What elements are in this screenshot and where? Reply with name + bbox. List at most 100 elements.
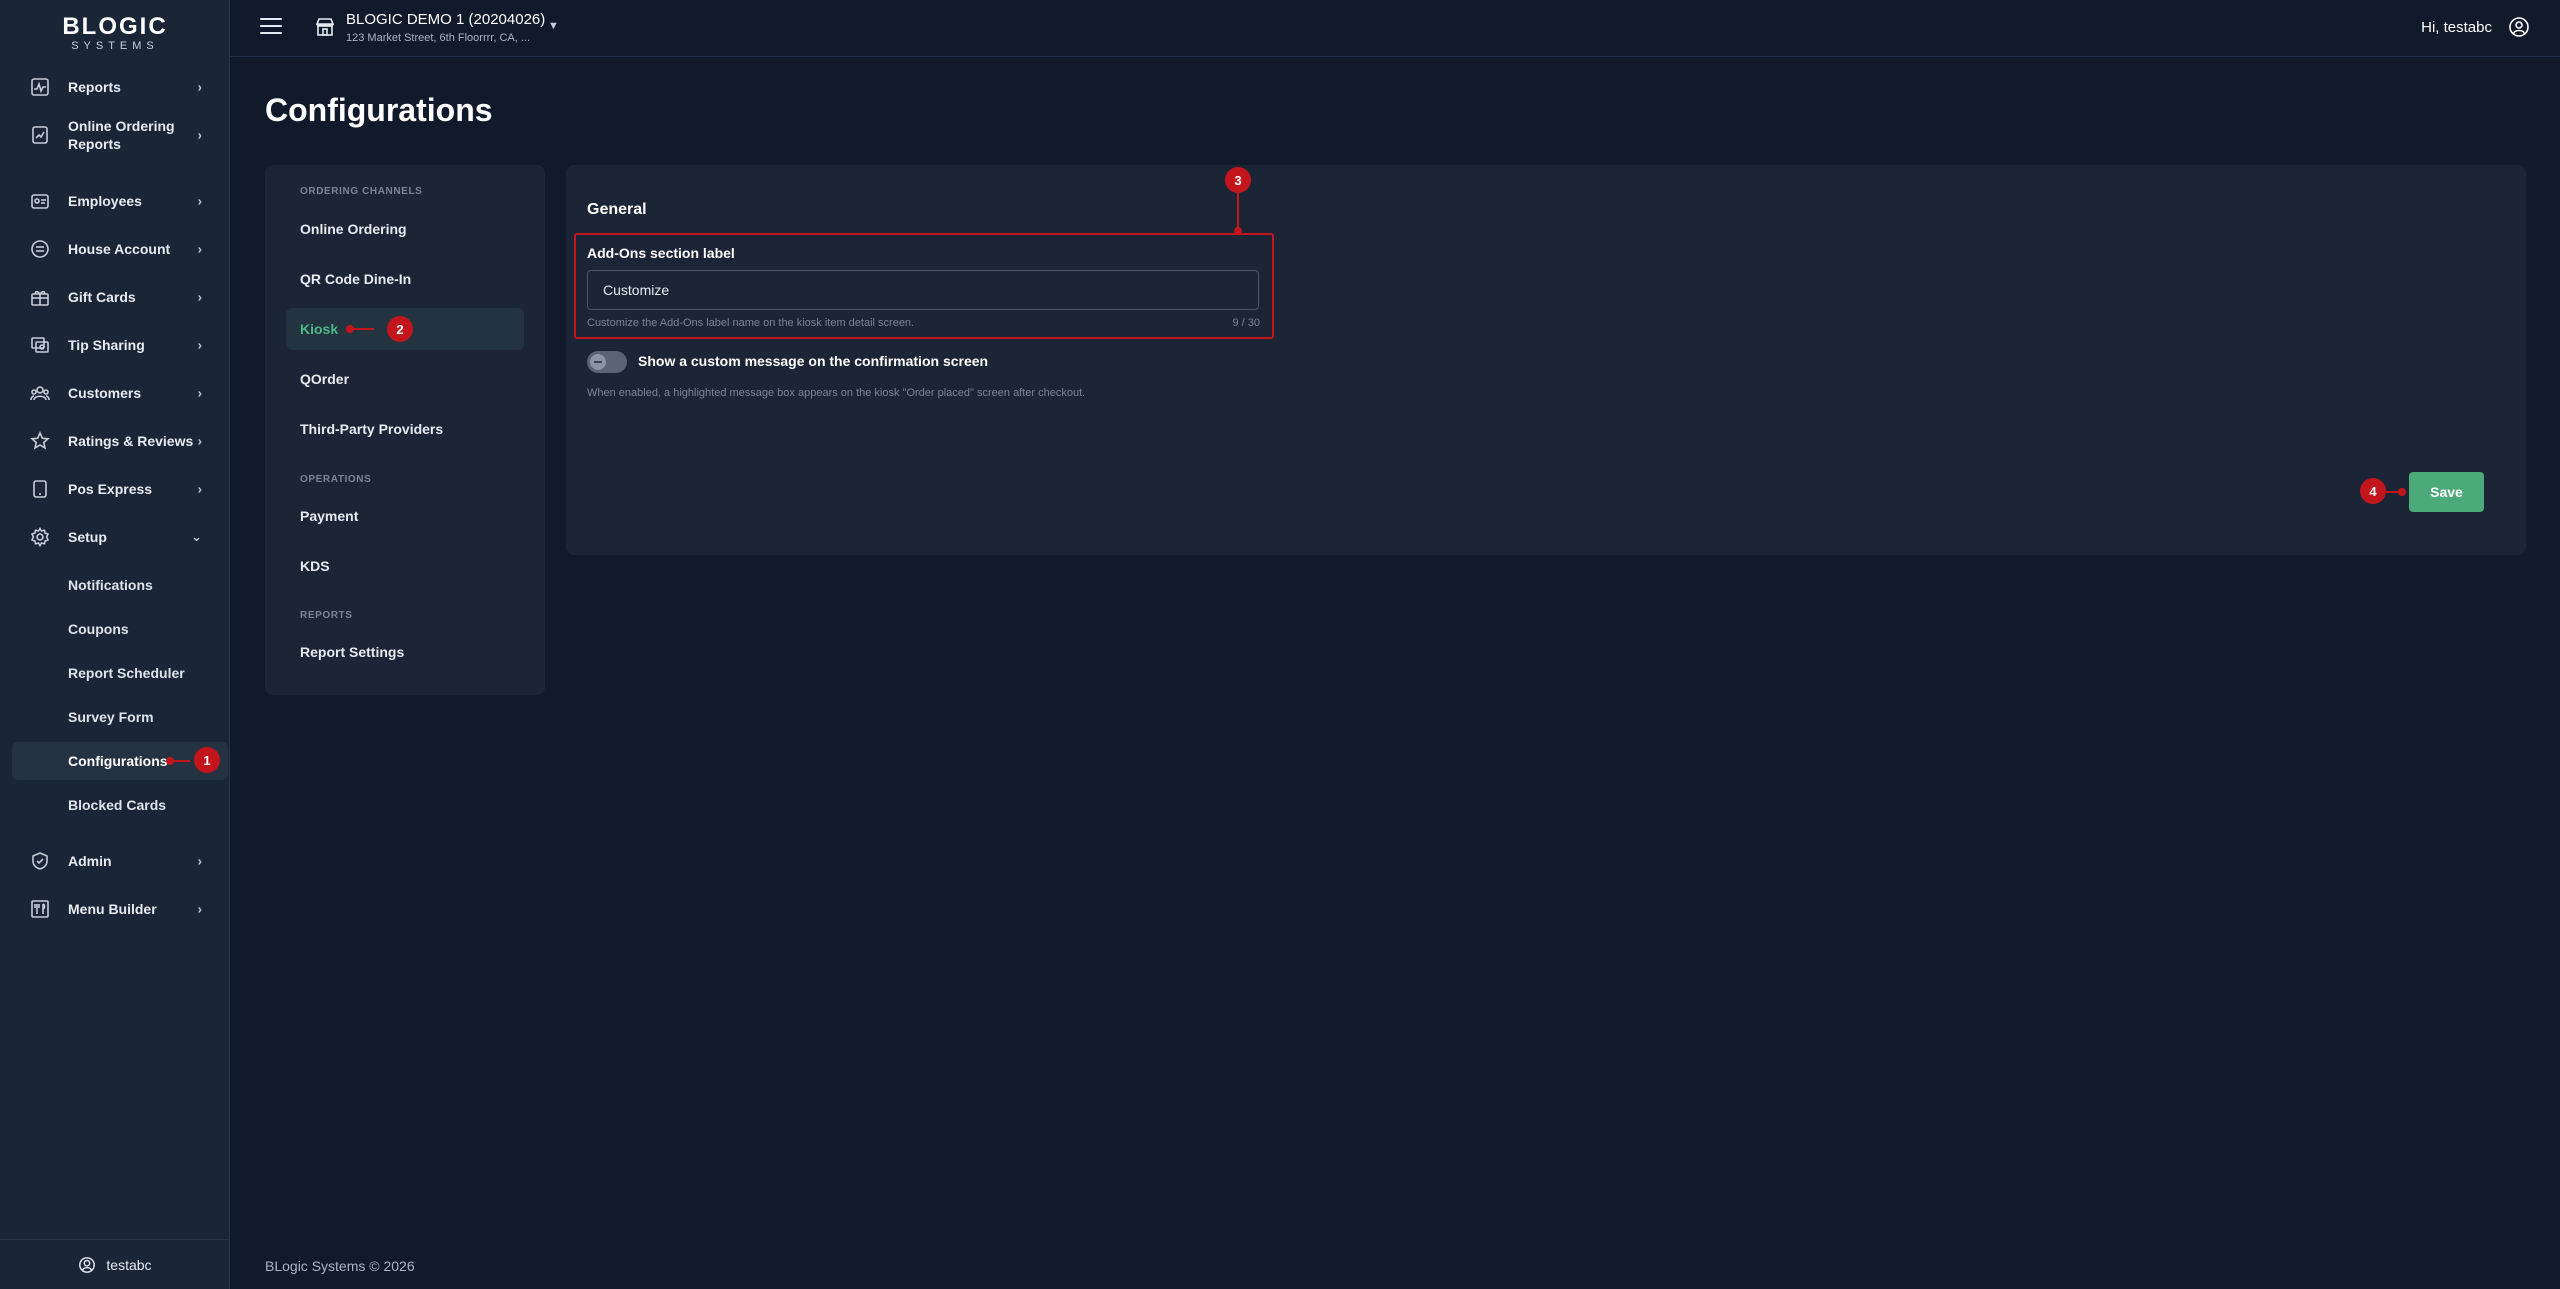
sidebar-item-employees[interactable]: Employees › [0, 179, 230, 223]
save-button[interactable]: Save [2409, 472, 2484, 512]
sidebar-item-label: Pos Express [68, 481, 153, 497]
general-settings-panel: General Add-Ons section label Customize … [566, 165, 2526, 555]
tip-sharing-icon [30, 335, 50, 355]
menu-item-online-ordering[interactable]: Online Ordering [286, 208, 524, 250]
callout-4-marker: 4 [2360, 478, 2386, 504]
callout-1-line [172, 760, 190, 762]
chevron-down-icon: ⌄ [191, 529, 202, 544]
custom-message-help-text: When enabled, a highlighted message box … [587, 387, 1086, 399]
sidebar-item-label: Employees [68, 193, 142, 209]
trend-report-icon [30, 125, 50, 145]
menu-item-third-party-providers[interactable]: Third-Party Providers [286, 408, 524, 450]
store-name[interactable]: BLOGIC DEMO 1 (20204026) [346, 11, 545, 28]
store-address: 123 Market Street, 6th Floorrrr, CA, ... [346, 32, 531, 44]
sidebar-item-label: House Account [68, 241, 171, 257]
chevron-right-icon: › [197, 853, 202, 869]
section-title-general: General [587, 201, 647, 218]
chevron-right-icon: › [197, 127, 202, 143]
sidebar-subitem-notifications[interactable]: Notifications [12, 566, 228, 604]
chevron-right-icon: › [197, 901, 202, 917]
sidebar-item-label: Reports [68, 79, 121, 95]
menu-item-qorder[interactable]: QOrder [286, 358, 524, 400]
sidebar-username: testabc [106, 1256, 152, 1273]
house-account-icon [30, 239, 50, 259]
custom-message-toggle[interactable] [587, 351, 627, 373]
sidebar-item-label: Online Ordering Reports [68, 118, 175, 152]
callout-3-line [1237, 193, 1239, 229]
brand-tagline: SYSTEMS [71, 40, 159, 52]
sidebar-item-setup[interactable]: Setup ⌄ [0, 515, 230, 559]
sidebar-item-label: Tip Sharing [68, 337, 145, 353]
sidebar: BLOGIC SYSTEMS Reports › Online Ordering… [0, 0, 230, 1289]
menu-builder-icon [30, 899, 50, 919]
section-header-operations: OPERATIONS [300, 474, 372, 485]
menu-item-report-settings[interactable]: Report Settings [286, 631, 524, 673]
chevron-right-icon: › [197, 481, 202, 497]
sidebar-item-label: Menu Builder [68, 901, 157, 917]
sidebar-item-label: Gift Cards [68, 289, 136, 305]
addons-help-text: Customize the Add-Ons label name on the … [587, 317, 915, 329]
callout-1-marker: 1 [194, 747, 220, 773]
sidebar-subitem-coupons[interactable]: Coupons [12, 610, 228, 648]
copyright-footer: BLogic Systems © 2026 [265, 1258, 415, 1274]
users-icon [30, 383, 50, 403]
shield-icon [30, 851, 50, 871]
menu-item-kds[interactable]: KDS [286, 545, 524, 587]
callout-3-marker: 3 [1225, 167, 1251, 193]
account-icon[interactable] [2508, 16, 2530, 38]
sidebar-item-label: Ratings & Reviews [68, 433, 194, 449]
sidebar-item-gift-cards[interactable]: Gift Cards › [0, 275, 230, 319]
addons-char-count: 9 / 30 [1232, 317, 1260, 329]
menu-item-payment[interactable]: Payment [286, 495, 524, 537]
store-dropdown-caret-icon[interactable]: ▼ [548, 20, 559, 32]
sidebar-item-pos-express[interactable]: Pos Express › [0, 467, 230, 511]
callout-3-dot [1234, 227, 1242, 235]
gear-icon [30, 527, 50, 547]
user-greeting: Hi, testabc [2421, 19, 2492, 36]
sidebar-item-house-account[interactable]: House Account › [0, 227, 230, 271]
callout-4-dot [2398, 488, 2406, 496]
sidebar-item-admin[interactable]: Admin › [0, 839, 230, 883]
user-circle-icon [79, 1256, 96, 1273]
sidebar-item-tip-sharing[interactable]: Tip Sharing › [0, 323, 230, 367]
chevron-right-icon: › [197, 289, 202, 305]
sidebar-item-label: Customers [68, 385, 142, 401]
menu-item-qr-code-dine-in[interactable]: QR Code Dine-In [286, 258, 524, 300]
sidebar-item-label: Setup [68, 529, 107, 545]
sidebar-item-menu-builder[interactable]: Menu Builder › [0, 887, 230, 931]
chevron-right-icon: › [197, 193, 202, 209]
chevron-right-icon: › [197, 79, 202, 95]
sidebar-item-reports[interactable]: Reports › [0, 65, 230, 109]
chevron-right-icon: › [197, 385, 202, 401]
sidebar-user[interactable]: testabc [0, 1239, 230, 1289]
activity-chart-icon [30, 77, 50, 97]
gift-icon [30, 287, 50, 307]
store-icon [314, 16, 336, 38]
page-title: Configurations [265, 92, 493, 128]
hamburger-menu-icon[interactable] [260, 18, 282, 38]
callout-2-line [352, 328, 374, 330]
sidebar-item-online-ordering-reports[interactable]: Online Ordering Reports › [0, 105, 230, 165]
tablet-icon [30, 479, 50, 499]
chevron-right-icon: › [197, 241, 202, 257]
addons-label: Add-Ons section label [587, 245, 735, 261]
sidebar-item-label: Admin [68, 853, 112, 869]
section-header-reports: REPORTS [300, 610, 353, 621]
addons-label-input[interactable] [587, 270, 1259, 310]
config-menu-panel: ORDERING CHANNELS Online Ordering QR Cod… [265, 165, 545, 695]
section-header-ordering-channels: ORDERING CHANNELS [300, 186, 423, 197]
top-header: BLOGIC DEMO 1 (20204026) 123 Market Stre… [230, 0, 2560, 57]
id-card-icon [30, 191, 50, 211]
brand-name: BLOGIC [62, 13, 168, 40]
custom-message-toggle-label: Show a custom message on the confirmatio… [638, 353, 989, 369]
sidebar-subitem-report-scheduler[interactable]: Report Scheduler [12, 654, 228, 692]
chevron-right-icon: › [197, 337, 202, 353]
chevron-right-icon: › [197, 433, 202, 449]
callout-2-marker: 2 [387, 316, 413, 342]
sidebar-item-customers[interactable]: Customers › [0, 371, 230, 415]
sidebar-item-ratings-reviews[interactable]: Ratings & Reviews › [0, 419, 230, 463]
brand-logo[interactable]: BLOGIC SYSTEMS [0, 13, 230, 53]
sidebar-subitem-survey-form[interactable]: Survey Form [12, 698, 228, 736]
star-icon [30, 431, 50, 451]
sidebar-subitem-blocked-cards[interactable]: Blocked Cards [12, 786, 228, 824]
